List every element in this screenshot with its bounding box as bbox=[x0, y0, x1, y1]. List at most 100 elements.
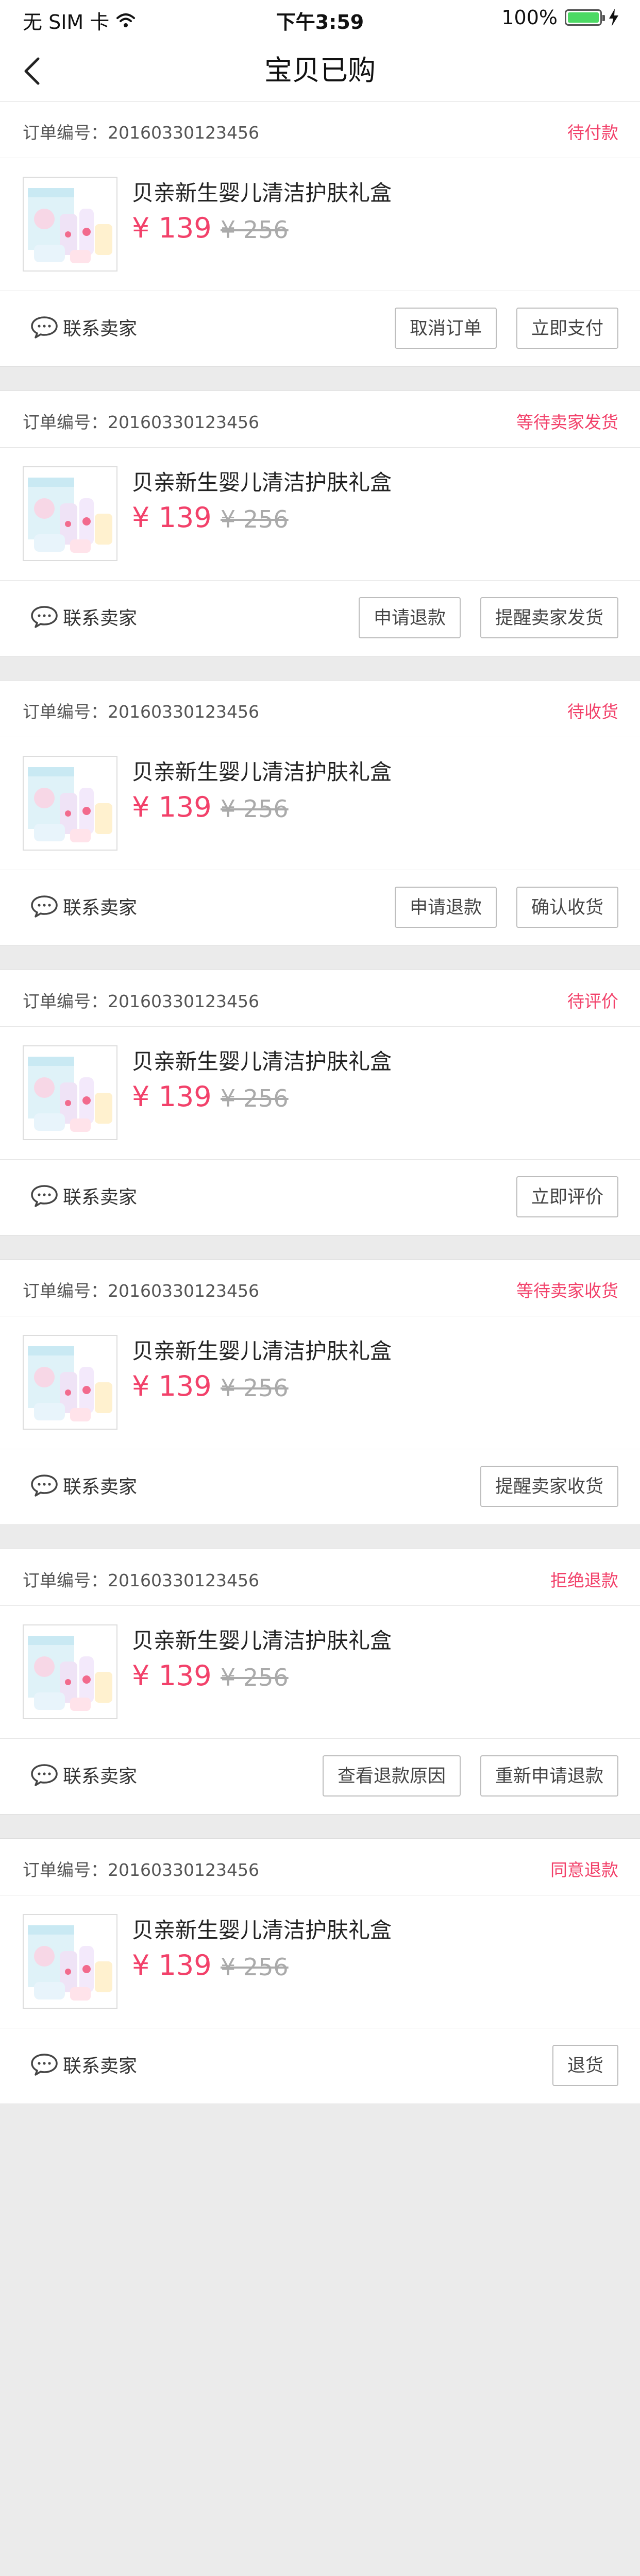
contact-seller-button[interactable]: 联系卖家 bbox=[30, 1761, 137, 1788]
price: ¥ 139 bbox=[132, 1370, 212, 1402]
order-number: 订单编号：20160330123456 bbox=[23, 123, 259, 143]
product-name: 贝亲新生婴儿清洁护肤礼盒 bbox=[132, 470, 392, 495]
order-card: 订单编号：20160330123456 待评价 贝亲新生婴儿清洁护肤礼盒 ¥ 1… bbox=[0, 970, 640, 1235]
contact-seller-button[interactable]: 联系卖家 bbox=[30, 603, 137, 630]
product-row[interactable]: 贝亲新生婴儿清洁护肤礼盒 ¥ 139 ¥ 256 bbox=[0, 448, 640, 581]
chat-bubble-icon bbox=[31, 1764, 58, 1786]
contact-seller-button[interactable]: 联系卖家 bbox=[30, 1182, 137, 1209]
contact-seller-button[interactable]: 联系卖家 bbox=[30, 1472, 137, 1499]
order-action-button[interactable]: 确认收货 bbox=[516, 887, 618, 928]
contact-seller-label: 联系卖家 bbox=[63, 2056, 138, 2077]
original-price: ¥ 256 bbox=[221, 1374, 289, 1402]
product-thumbnail bbox=[23, 1624, 117, 1719]
order-actions: 联系卖家 立即评价 bbox=[0, 1160, 640, 1236]
product-thumbnail bbox=[23, 1045, 117, 1140]
order-status: 等待卖家收货 bbox=[516, 1281, 618, 1301]
order-card: 订单编号：20160330123456 拒绝退款 贝亲新生婴儿清洁护肤礼盒 ¥ … bbox=[0, 1549, 640, 1815]
order-action-button[interactable]: 提醒卖家收货 bbox=[480, 1466, 618, 1507]
order-status: 同意退款 bbox=[550, 1860, 618, 1880]
product-name: 贝亲新生婴儿清洁护肤礼盒 bbox=[132, 759, 392, 785]
product-row[interactable]: 贝亲新生婴儿清洁护肤礼盒 ¥ 139 ¥ 256 bbox=[0, 1027, 640, 1160]
product-name: 贝亲新生婴儿清洁护肤礼盒 bbox=[132, 1628, 392, 1653]
price: ¥ 139 bbox=[132, 1949, 212, 1981]
contact-seller-label: 联系卖家 bbox=[63, 897, 138, 919]
contact-seller-button[interactable]: 联系卖家 bbox=[30, 2051, 137, 2078]
order-action-button[interactable]: 申请退款 bbox=[359, 597, 461, 638]
product-row[interactable]: 贝亲新生婴儿清洁护肤礼盒 ¥ 139 ¥ 256 bbox=[0, 737, 640, 870]
order-action-button[interactable]: 立即支付 bbox=[516, 308, 618, 349]
contact-seller-label: 联系卖家 bbox=[63, 318, 138, 340]
order-header: 订单编号：20160330123456 等待卖家收货 bbox=[0, 1260, 640, 1316]
order-number: 订单编号：20160330123456 bbox=[23, 1570, 259, 1590]
order-number: 订单编号：20160330123456 bbox=[23, 991, 259, 1011]
price: ¥ 139 bbox=[132, 1080, 212, 1113]
product-thumbnail bbox=[23, 466, 117, 561]
nav-bar: 宝贝已购 bbox=[0, 41, 640, 101]
order-actions: 联系卖家 重新申请退款 查看退款原因 bbox=[0, 1739, 640, 1815]
contact-seller-label: 联系卖家 bbox=[63, 1187, 138, 1208]
order-header: 订单编号：20160330123456 等待卖家发货 bbox=[0, 391, 640, 448]
order-actions: 联系卖家 立即支付 取消订单 bbox=[0, 291, 640, 367]
original-price: ¥ 256 bbox=[221, 795, 289, 823]
order-action-button[interactable]: 提醒卖家发货 bbox=[480, 597, 618, 638]
order-header: 订单编号：20160330123456 待评价 bbox=[0, 970, 640, 1027]
order-actions: 联系卖家 提醒卖家发货 申请退款 bbox=[0, 581, 640, 657]
order-action-button[interactable]: 申请退款 bbox=[395, 887, 497, 928]
order-action-button[interactable]: 退货 bbox=[552, 2045, 618, 2086]
order-status: 拒绝退款 bbox=[550, 1570, 618, 1590]
battery-info: 100% bbox=[501, 6, 619, 29]
order-card: 订单编号：20160330123456 待收货 贝亲新生婴儿清洁护肤礼盒 ¥ 1… bbox=[0, 680, 640, 946]
price: ¥ 139 bbox=[132, 1659, 212, 1692]
order-status: 待评价 bbox=[567, 991, 618, 1011]
order-number: 订单编号：20160330123456 bbox=[23, 412, 259, 432]
order-action-button[interactable]: 查看退款原因 bbox=[323, 1755, 461, 1797]
chat-bubble-icon bbox=[31, 1185, 58, 1207]
order-action-button[interactable]: 立即评价 bbox=[516, 1176, 618, 1217]
chat-bubble-icon bbox=[31, 2054, 58, 2076]
product-thumbnail bbox=[23, 756, 117, 851]
product-name: 贝亲新生婴儿清洁护肤礼盒 bbox=[132, 180, 392, 206]
order-card: 订单编号：20160330123456 待付款 贝亲新生婴儿清洁护肤礼盒 ¥ 1… bbox=[0, 101, 640, 367]
order-actions: 联系卖家 提醒卖家收货 bbox=[0, 1449, 640, 1526]
contact-seller-label: 联系卖家 bbox=[63, 608, 138, 629]
contact-seller-button[interactable]: 联系卖家 bbox=[30, 314, 137, 341]
product-row[interactable]: 贝亲新生婴儿清洁护肤礼盒 ¥ 139 ¥ 256 bbox=[0, 1316, 640, 1449]
order-header: 订单编号：20160330123456 拒绝退款 bbox=[0, 1549, 640, 1606]
product-row[interactable]: 贝亲新生婴儿清洁护肤礼盒 ¥ 139 ¥ 256 bbox=[0, 1895, 640, 2028]
order-card: 订单编号：20160330123456 同意退款 贝亲新生婴儿清洁护肤礼盒 ¥ … bbox=[0, 1838, 640, 2104]
order-action-button[interactable]: 重新申请退款 bbox=[480, 1755, 618, 1797]
order-status: 待收货 bbox=[567, 702, 618, 722]
contact-seller-label: 联系卖家 bbox=[63, 1477, 138, 1498]
status-bar: 无 SIM 卡 下午3:59 100% bbox=[0, 0, 640, 41]
price: ¥ 139 bbox=[132, 212, 212, 244]
order-actions: 联系卖家 确认收货 申请退款 bbox=[0, 870, 640, 946]
order-card: 订单编号：20160330123456 等待卖家发货 贝亲新生婴儿清洁护肤礼盒 … bbox=[0, 391, 640, 656]
contact-seller-button[interactable]: 联系卖家 bbox=[30, 893, 137, 920]
product-name: 贝亲新生婴儿清洁护肤礼盒 bbox=[132, 1049, 392, 1074]
order-header: 订单编号：20160330123456 待收货 bbox=[0, 681, 640, 737]
order-number: 订单编号：20160330123456 bbox=[23, 1860, 259, 1880]
chat-bubble-icon bbox=[31, 895, 58, 918]
product-thumbnail bbox=[23, 177, 117, 272]
order-actions: 联系卖家 退货 bbox=[0, 2028, 640, 2105]
product-row[interactable]: 贝亲新生婴儿清洁护肤礼盒 ¥ 139 ¥ 256 bbox=[0, 158, 640, 291]
order-header: 订单编号：20160330123456 同意退款 bbox=[0, 1839, 640, 1895]
original-price: ¥ 256 bbox=[221, 505, 289, 533]
order-header: 订单编号：20160330123456 待付款 bbox=[0, 101, 640, 158]
original-price: ¥ 256 bbox=[221, 1664, 289, 1691]
order-number: 订单编号：20160330123456 bbox=[23, 702, 259, 722]
order-card: 订单编号：20160330123456 等待卖家收货 贝亲新生婴儿清洁护肤礼盒 … bbox=[0, 1259, 640, 1525]
lightning-icon bbox=[609, 9, 618, 26]
chat-bubble-icon bbox=[31, 1475, 58, 1497]
price: ¥ 139 bbox=[132, 501, 212, 534]
contact-seller-label: 联系卖家 bbox=[63, 1766, 138, 1787]
product-name: 贝亲新生婴儿清洁护肤礼盒 bbox=[132, 1918, 392, 1943]
order-number: 订单编号：20160330123456 bbox=[23, 1281, 259, 1301]
page-title: 宝贝已购 bbox=[264, 54, 376, 87]
product-row[interactable]: 贝亲新生婴儿清洁护肤礼盒 ¥ 139 ¥ 256 bbox=[0, 1606, 640, 1739]
product-name: 贝亲新生婴儿清洁护肤礼盒 bbox=[132, 1338, 392, 1364]
order-action-button[interactable]: 取消订单 bbox=[395, 308, 497, 349]
order-status: 待付款 bbox=[567, 123, 618, 143]
chat-bubble-icon bbox=[31, 316, 58, 338]
chat-bubble-icon bbox=[31, 606, 58, 628]
